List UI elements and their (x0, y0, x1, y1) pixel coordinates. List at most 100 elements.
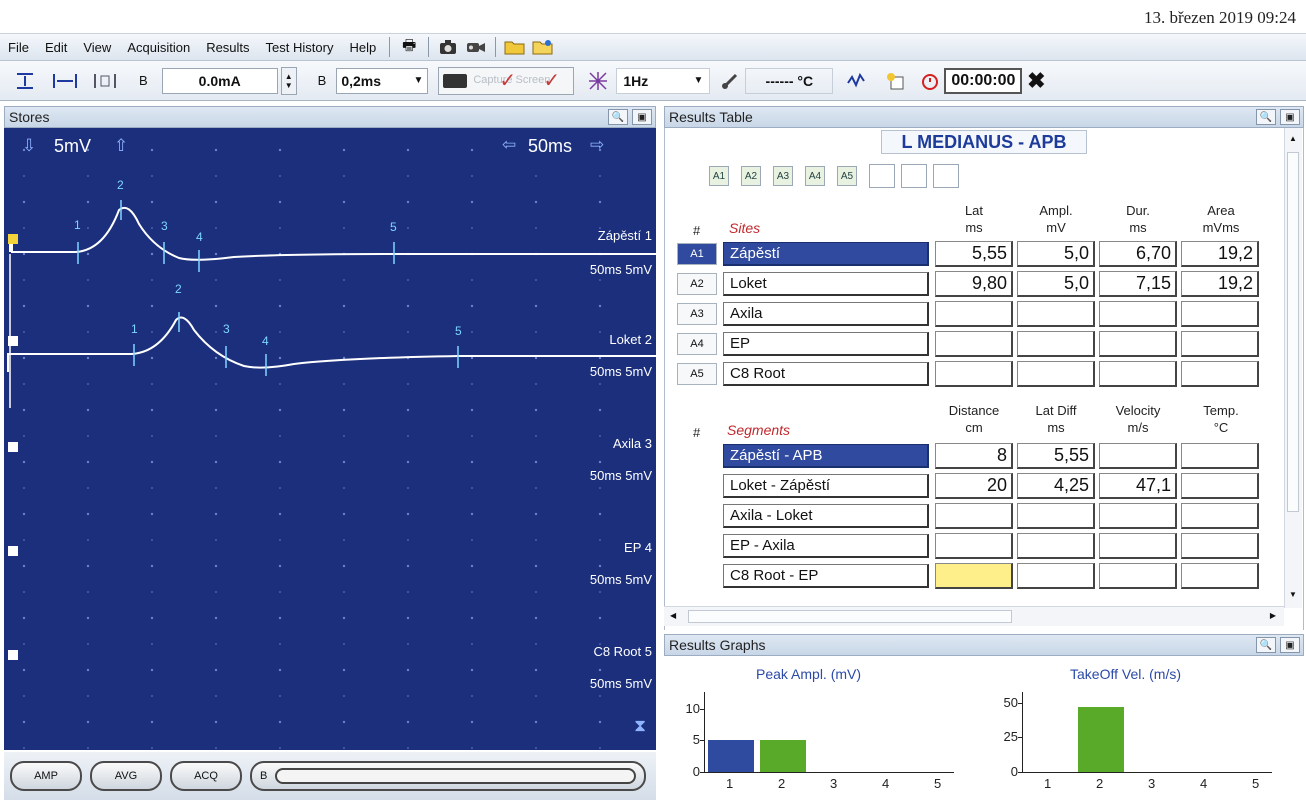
rate-grid-icon[interactable] (583, 67, 613, 95)
notes-icon[interactable] (882, 67, 910, 95)
trace-marker[interactable] (8, 442, 18, 452)
site-row-button[interactable]: A2 (677, 273, 717, 295)
empty-site-button[interactable] (901, 164, 927, 188)
save-folder-icon[interactable] (531, 36, 555, 58)
time-cursor-icon[interactable] (48, 67, 82, 95)
scroll-up-icon[interactable]: ▲ (1289, 134, 1297, 143)
stores-waveform-panel[interactable]: ⇩ 5mV ⇧ ⇦ 50ms ⇨ 1 2 3 4 5 1 2 3 4 5 Záp… (4, 128, 656, 750)
arrow-left-icon[interactable]: ⇦ (502, 135, 516, 155)
rate-select[interactable]: 1Hz ▼ (616, 67, 711, 94)
arrow-down-icon[interactable]: ⇩ (22, 136, 36, 156)
arrow-right-icon[interactable]: ⇨ (590, 135, 604, 155)
site-value-cell[interactable] (1099, 331, 1177, 357)
search-icon[interactable]: 🔍 (1256, 637, 1276, 653)
segment-name[interactable]: C8 Root - EP (723, 564, 929, 588)
acq-button[interactable]: ACQ (170, 761, 242, 791)
scroll-down-icon[interactable]: ▼ (1289, 590, 1297, 599)
thermometer-icon[interactable] (718, 67, 742, 95)
maximize-icon[interactable]: ▣ (1280, 109, 1300, 125)
site-value-cell[interactable] (1099, 301, 1177, 327)
trace-marker[interactable] (8, 234, 18, 244)
trace-marker[interactable] (8, 650, 18, 660)
site-value-cell[interactable] (935, 301, 1013, 327)
segment-value-cell[interactable] (1099, 563, 1177, 589)
site-row-button[interactable]: A5 (677, 363, 717, 385)
current-stepper[interactable]: ▲ ▼ (280, 66, 297, 95)
scroll-left-icon[interactable]: ◀ (670, 611, 676, 620)
site-name[interactable]: Axila (723, 302, 929, 326)
capture-screen-button[interactable]: Capture Screen ✓ ✓ (438, 66, 575, 95)
site-button-a5[interactable]: A5 (837, 166, 857, 186)
site-row-button[interactable]: A1 (677, 243, 717, 265)
signal-settings-icon[interactable] (843, 67, 871, 95)
empty-site-button[interactable] (869, 164, 895, 188)
site-value-cell[interactable] (1017, 301, 1095, 327)
site-value-cell[interactable]: 19,2 (1181, 271, 1259, 297)
segment-value-cell[interactable] (1099, 503, 1177, 529)
site-row-button[interactable]: A3 (677, 303, 717, 325)
maximize-icon[interactable]: ▣ (632, 109, 652, 125)
scroll-thumb[interactable] (1287, 152, 1299, 512)
segment-value-cell[interactable] (1181, 473, 1259, 499)
menu-edit[interactable]: Edit (37, 40, 75, 55)
chevron-up-icon[interactable]: ▲ (285, 72, 293, 81)
scroll-right-icon[interactable]: ▶ (1270, 611, 1276, 620)
empty-site-button[interactable] (933, 164, 959, 188)
menu-acquisition[interactable]: Acquisition (119, 40, 198, 55)
menu-view[interactable]: View (75, 40, 119, 55)
horizontal-scrollbar[interactable]: ◀ ▶ (664, 606, 1284, 626)
site-row-button[interactable]: A4 (677, 333, 717, 355)
site-value-cell[interactable] (1181, 331, 1259, 357)
menu-test-history[interactable]: Test History (258, 40, 342, 55)
current-input[interactable]: 0.0mA (161, 67, 278, 94)
avg-button[interactable]: AVG (90, 761, 162, 791)
close-icon[interactable]: ✖ (1025, 67, 1047, 95)
site-value-cell[interactable]: 19,2 (1181, 241, 1259, 267)
site-button-a2[interactable]: A2 (741, 166, 761, 186)
site-value-cell[interactable] (1099, 361, 1177, 387)
maximize-icon[interactable]: ▣ (1280, 637, 1300, 653)
site-value-cell[interactable]: 5,55 (935, 241, 1013, 267)
vertical-scrollbar[interactable]: ▲ ▼ (1284, 128, 1302, 608)
segment-value-cell[interactable] (935, 533, 1013, 559)
search-icon[interactable]: 🔍 (608, 109, 628, 125)
site-button-a4[interactable]: A4 (805, 166, 825, 186)
trace-marker[interactable] (8, 546, 18, 556)
segment-name[interactable]: Loket - Zápěstí (723, 474, 929, 498)
duration-select[interactable]: 0,2ms ▼ (336, 67, 429, 94)
segment-value-cell[interactable] (1099, 443, 1177, 469)
site-value-cell[interactable] (935, 361, 1013, 387)
segment-value-cell[interactable]: 5,55 (1017, 443, 1095, 469)
segment-value-cell[interactable] (1181, 533, 1259, 559)
site-value-cell[interactable] (1017, 361, 1095, 387)
segment-value-cell[interactable] (1017, 503, 1095, 529)
segment-value-cell[interactable] (1181, 443, 1259, 469)
segment-value-cell[interactable] (935, 563, 1013, 589)
print-icon[interactable]: 🖶 (397, 36, 421, 58)
amplitude-cursor-icon[interactable] (8, 67, 42, 95)
segment-value-cell[interactable]: 4,25 (1017, 473, 1095, 499)
menu-file[interactable]: File (0, 40, 37, 55)
site-value-cell[interactable] (1017, 331, 1095, 357)
site-name[interactable]: Zápěstí (723, 242, 929, 266)
site-value-cell[interactable]: 5,0 (1017, 241, 1095, 267)
segment-value-cell[interactable] (935, 503, 1013, 529)
camera-icon[interactable] (436, 36, 460, 58)
stopwatch-icon[interactable] (919, 67, 941, 95)
segment-name[interactable]: EP - Axila (723, 534, 929, 558)
site-value-cell[interactable]: 6,70 (1099, 241, 1177, 267)
site-value-cell[interactable]: 7,15 (1099, 271, 1177, 297)
amp-button[interactable]: AMP (10, 761, 82, 791)
site-name[interactable]: C8 Root (723, 362, 929, 386)
segment-name[interactable]: Axila - Loket (723, 504, 929, 528)
segment-value-cell[interactable]: 47,1 (1099, 473, 1177, 499)
segment-name[interactable]: Zápěstí - APB (723, 444, 929, 468)
marker-cursor-icon[interactable] (88, 67, 122, 95)
scroll-thumb[interactable] (688, 610, 1012, 623)
site-value-cell[interactable] (935, 331, 1013, 357)
open-folder-icon[interactable] (503, 36, 527, 58)
site-value-cell[interactable] (1181, 361, 1259, 387)
chevron-down-icon[interactable]: ▼ (285, 81, 293, 90)
menu-help[interactable]: Help (341, 40, 384, 55)
site-button-a3[interactable]: A3 (773, 166, 793, 186)
